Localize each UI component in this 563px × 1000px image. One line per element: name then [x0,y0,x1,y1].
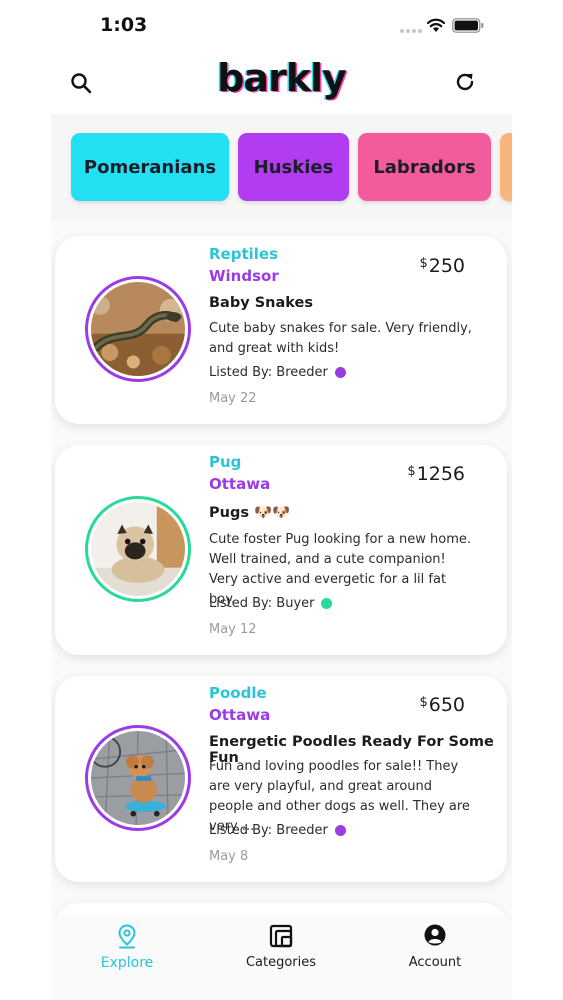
listing-card[interactable]: Reptiles Windsor $250 Baby Snakes Cute b… [55,236,507,424]
listing-description: Cute baby snakes for sale. Very friendly… [209,321,472,356]
tab-explore[interactable]: Explore [67,923,187,983]
listing-listed-by: Listed By: Breeder [209,823,346,838]
chip-pomeranians[interactable]: Pomeranians [71,133,229,201]
tab-label: Explore [100,955,154,971]
listing-city: Ottawa [209,475,271,493]
listing-avatar [85,725,191,831]
listed-by-dot [334,367,346,378]
listing-title: Pugs 🐶🐶 [209,505,291,521]
chip-more[interactable] [500,133,512,201]
status-time: 1:03 [100,14,148,36]
phone-screen: 1:03 barkly Pomeranians Huskies Labrador… [51,0,512,1000]
listing-price: $650 [419,694,465,716]
listing-price: $250 [419,255,465,277]
chip-labradors[interactable]: Labradors [358,133,491,201]
breed-chips: Pomeranians Huskies Labradors [51,114,512,220]
listing-date: May 8 [209,849,249,864]
wifi-icon [426,18,446,32]
tab-label: Account [408,955,462,970]
listing-avatar [85,276,191,382]
listing-city: Windsor [209,267,279,285]
poodle-photo [91,731,185,825]
battery-icon [452,18,484,33]
tab-categories[interactable]: Categories [221,923,341,983]
snake-photo [91,282,185,376]
listing-card[interactable]: Pug Ottawa $1256 Pugs 🐶🐶 Cute foster Pug… [55,445,507,655]
tab-bar: Explore Categories Account [51,915,512,1000]
listing-card[interactable]: Poodle Ottawa $650 Energetic Poodles Rea… [55,676,507,882]
location-pin-icon [118,924,136,949]
listing-listed-by: Listed By: Buyer [209,596,333,611]
listing-title: Baby Snakes [209,295,313,311]
listing-city: Ottawa [209,706,271,724]
tab-account[interactable]: Account [375,923,495,983]
tab-label: Categories [245,955,317,970]
app-header: barkly [51,52,512,114]
listing-category: Pug [209,453,242,471]
chip-huskies[interactable]: Huskies [238,133,349,201]
refresh-icon[interactable] [453,70,477,94]
listing-category: Poodle [209,684,267,702]
listing-avatar [85,496,191,602]
pug-photo [91,502,185,596]
listed-by-dot [321,598,333,609]
listed-by-dot [334,825,346,836]
categories-icon [269,924,293,948]
signal-icon [400,29,422,33]
listing-date: May 12 [209,622,257,637]
account-icon [424,924,446,946]
status-bar: 1:03 [51,0,512,52]
listing-category: Reptiles [209,245,279,263]
listing-price: $1256 [407,463,465,485]
app-logo: barkly [217,56,347,100]
listing-listed-by: Listed By: Breeder [209,365,346,380]
listing-date: May 22 [209,391,257,406]
